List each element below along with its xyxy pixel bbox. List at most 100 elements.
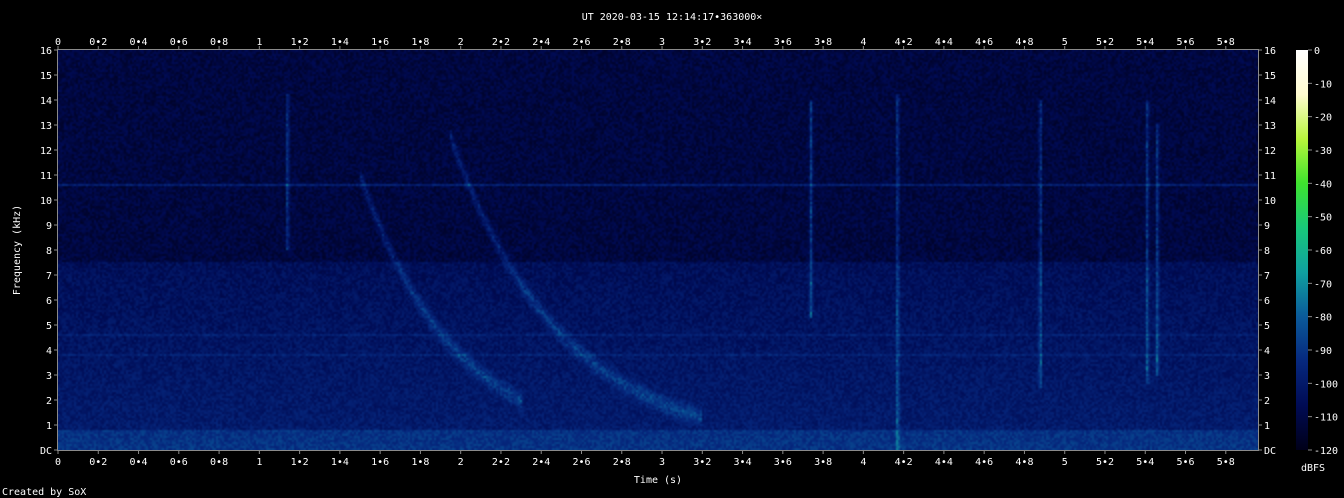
y-tick-label-right: 1 bbox=[1264, 421, 1270, 432]
x-tick-label: 2 bbox=[458, 457, 464, 468]
y-tick-label-right: 4 bbox=[1264, 346, 1270, 357]
x-tick-label-top: 1 bbox=[256, 37, 262, 48]
y-tick-label: 2 bbox=[46, 396, 52, 407]
x-tick-label: 4 bbox=[860, 457, 866, 468]
x-axis-label: Time (s) bbox=[634, 475, 682, 486]
colorbar-label: dBFS bbox=[1301, 463, 1325, 474]
x-tick-label-top: 4•2 bbox=[895, 37, 913, 48]
x-tick-label: 2•4 bbox=[532, 457, 550, 468]
y-tick-label: 12 bbox=[40, 146, 52, 157]
x-tick-label: 5•4 bbox=[1136, 457, 1154, 468]
y-tick-label: 15 bbox=[40, 71, 52, 82]
colorbar-tick-label: -20 bbox=[1314, 113, 1332, 124]
colorbar-tick-label: -100 bbox=[1314, 379, 1338, 390]
x-tick-label: 5 bbox=[1062, 457, 1068, 468]
x-tick-label-top: 4•6 bbox=[975, 37, 993, 48]
y-tick-label-right: 10 bbox=[1264, 196, 1276, 207]
x-tick-label: 0•4 bbox=[130, 457, 148, 468]
x-tick-label-top: 0•2 bbox=[89, 37, 107, 48]
x-tick-label-top: 1•2 bbox=[291, 37, 309, 48]
x-tick-label-top: 5•2 bbox=[1096, 37, 1114, 48]
x-tick-label: 4•8 bbox=[1015, 457, 1033, 468]
y-tick-label: 11 bbox=[40, 171, 52, 182]
y-tick-label-right: 15 bbox=[1264, 71, 1276, 82]
x-tick-label: 3•6 bbox=[774, 457, 792, 468]
x-tick-label-top: 3•4 bbox=[734, 37, 752, 48]
x-tick-label: 3 bbox=[659, 457, 665, 468]
x-tick-label-top: 3•2 bbox=[693, 37, 711, 48]
y-tick-label: 13 bbox=[40, 121, 52, 132]
x-tick-label-top: 0•6 bbox=[170, 37, 188, 48]
x-tick-label: 4•4 bbox=[935, 457, 953, 468]
x-tick-label-top: 4 bbox=[860, 37, 866, 48]
y-tick-label: 9 bbox=[46, 221, 52, 232]
y-tick-label-right: 12 bbox=[1264, 146, 1276, 157]
y-tick-label-right: 13 bbox=[1264, 121, 1276, 132]
spectrogram-figure: UT 2020-03-15 12:14:17•363000× 0 0 0•2 0•2 0… bbox=[0, 0, 1344, 498]
x-tick-label: 3•2 bbox=[693, 457, 711, 468]
x-tick-label-top: 1•4 bbox=[331, 37, 349, 48]
x-tick-label: 0•2 bbox=[89, 457, 107, 468]
y-tick-label: 4 bbox=[46, 346, 52, 357]
colorbar-tick-label: -90 bbox=[1314, 346, 1332, 357]
y-tick-label-right: 9 bbox=[1264, 221, 1270, 232]
x-tick-label: 0 bbox=[55, 457, 61, 468]
colorbar-tick-label: -50 bbox=[1314, 213, 1332, 224]
x-tick-label: 2•8 bbox=[613, 457, 631, 468]
x-tick-label: 3•8 bbox=[814, 457, 832, 468]
x-tick-label-top: 5 bbox=[1062, 37, 1068, 48]
x-tick-label: 5•6 bbox=[1176, 457, 1194, 468]
x-tick-label: 0•8 bbox=[210, 457, 228, 468]
y-tick-label-right: DC bbox=[1264, 446, 1276, 457]
x-tick-label-top: 3•6 bbox=[774, 37, 792, 48]
x-tick-label-top: 0 bbox=[55, 37, 61, 48]
x-tick-label: 4•6 bbox=[975, 457, 993, 468]
y-tick-label-right: 5 bbox=[1264, 321, 1270, 332]
x-tick-label-top: 2•2 bbox=[492, 37, 510, 48]
y-tick-label-right: 2 bbox=[1264, 396, 1270, 407]
x-tick-label-top: 5•4 bbox=[1136, 37, 1154, 48]
x-tick-label-top: 5•6 bbox=[1176, 37, 1194, 48]
x-tick-label-top: 4•4 bbox=[935, 37, 953, 48]
x-tick-label-top: 0•4 bbox=[130, 37, 148, 48]
x-tick-label-top: 4•8 bbox=[1015, 37, 1033, 48]
y-tick-label-right: 11 bbox=[1264, 171, 1276, 182]
x-tick-label: 2•2 bbox=[492, 457, 510, 468]
x-tick-label: 1 bbox=[256, 457, 262, 468]
y-tick-label-right: 3 bbox=[1264, 371, 1270, 382]
x-tick-label-top: 3 bbox=[659, 37, 665, 48]
x-tick-label: 1•2 bbox=[291, 457, 309, 468]
spectrogram-raster bbox=[58, 50, 1258, 450]
y-tick-label: 7 bbox=[46, 271, 52, 282]
y-tick-label: 8 bbox=[46, 246, 52, 257]
colorbar-tick-label: -120 bbox=[1314, 446, 1338, 457]
y-tick-label-right: 16 bbox=[1264, 46, 1276, 57]
footer-credit: Created by SoX bbox=[2, 487, 86, 498]
x-tick-label: 4•2 bbox=[895, 457, 913, 468]
y-tick-label: 14 bbox=[40, 96, 52, 107]
y-tick-label-right: 8 bbox=[1264, 246, 1270, 257]
y-tick-label-right: 7 bbox=[1264, 271, 1270, 282]
x-tick-label: 5•8 bbox=[1217, 457, 1235, 468]
x-tick-label-top: 2•4 bbox=[532, 37, 550, 48]
x-tick-label-top: 5•8 bbox=[1217, 37, 1235, 48]
colorbar-tick-label: -60 bbox=[1314, 246, 1332, 257]
x-tick-label-top: 3•8 bbox=[814, 37, 832, 48]
y-tick-label-right: 6 bbox=[1264, 296, 1270, 307]
x-tick-label: 2•6 bbox=[572, 457, 590, 468]
colorbar-tick-label: -10 bbox=[1314, 79, 1332, 90]
y-tick-label: 10 bbox=[40, 196, 52, 207]
x-tick-label: 0•6 bbox=[170, 457, 188, 468]
colorbar-tick-label: -40 bbox=[1314, 179, 1332, 190]
chart-title: UT 2020-03-15 12:14:17•363000× bbox=[582, 12, 763, 23]
y-tick-label: 5 bbox=[46, 321, 52, 332]
colorbar-tick-label: -110 bbox=[1314, 413, 1338, 424]
colorbar-tick-label: -80 bbox=[1314, 313, 1332, 324]
x-tick-label-top: 1•6 bbox=[371, 37, 389, 48]
x-tick-label: 1•6 bbox=[371, 457, 389, 468]
colorbar-tick-label: 0 bbox=[1314, 46, 1320, 57]
y-tick-label: DC bbox=[40, 446, 52, 457]
x-tick-label-top: 0•8 bbox=[210, 37, 228, 48]
x-tick-label: 1•4 bbox=[331, 457, 349, 468]
y-tick-label-right: 14 bbox=[1264, 96, 1276, 107]
